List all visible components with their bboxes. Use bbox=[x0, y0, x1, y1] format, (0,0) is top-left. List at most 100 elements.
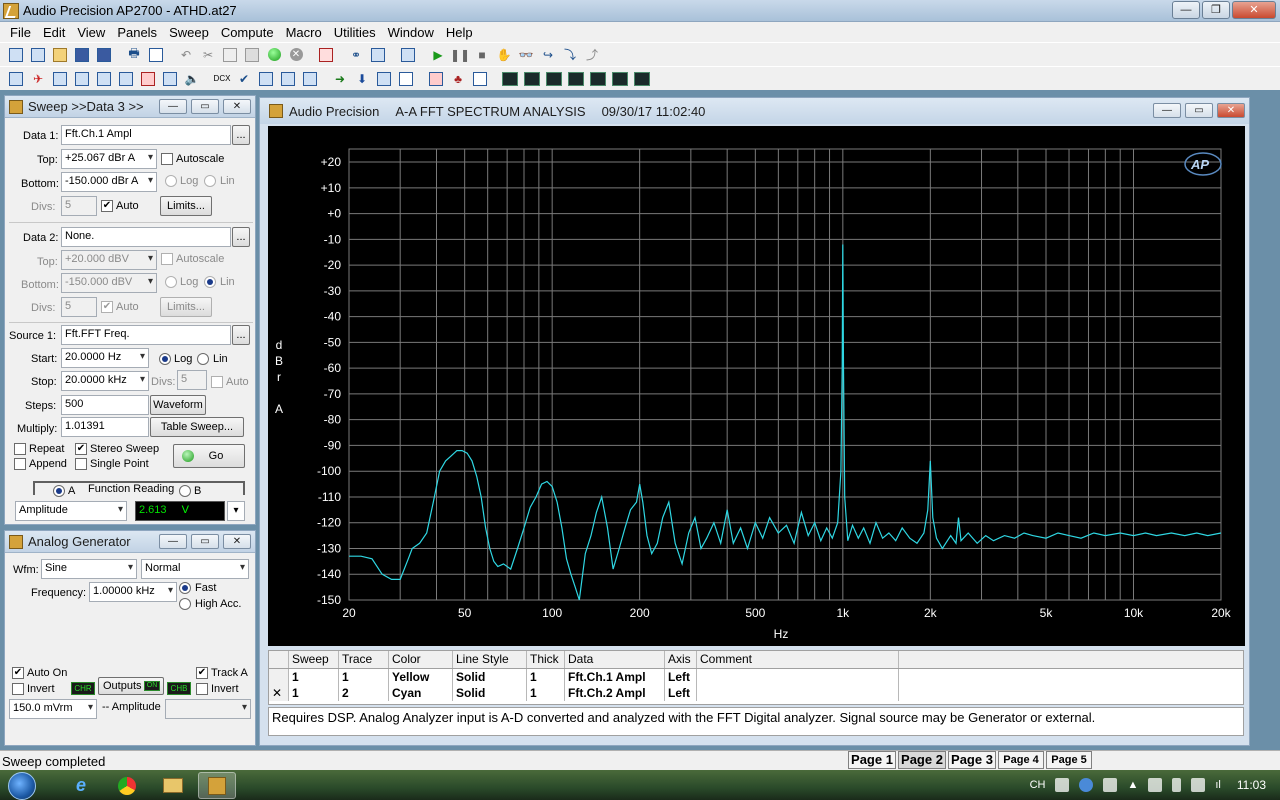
menu-sweep[interactable]: Sweep bbox=[163, 25, 215, 40]
scope-6-icon[interactable] bbox=[610, 69, 630, 89]
dcx-panel-icon[interactable]: DCX bbox=[212, 69, 232, 89]
stereo-sweep-checkbox[interactable]: ✔ bbox=[75, 443, 87, 455]
ie-taskbar-icon[interactable]: e bbox=[62, 772, 100, 799]
scope-4-icon[interactable] bbox=[566, 69, 586, 89]
check-panel-icon[interactable]: ✔ bbox=[234, 69, 254, 89]
scope-1-icon[interactable] bbox=[500, 69, 520, 89]
data1-divs-field[interactable]: 5 bbox=[61, 196, 97, 216]
comment-cell[interactable] bbox=[697, 685, 899, 701]
wfm-mode-select[interactable]: Normal bbox=[141, 559, 249, 579]
bar-panel-icon[interactable] bbox=[278, 69, 298, 89]
play-icon[interactable]: ▶ bbox=[428, 45, 448, 65]
download-icon[interactable]: ⬇ bbox=[352, 69, 372, 89]
function-reading-mode-select[interactable]: Amplitude bbox=[15, 501, 127, 521]
source1-auto-checkbox[interactable] bbox=[211, 376, 223, 388]
paste-icon[interactable] bbox=[242, 45, 262, 65]
style-cell[interactable]: Solid bbox=[453, 685, 527, 701]
close-button[interactable]: ✕ bbox=[223, 99, 251, 114]
track-a-checkbox[interactable]: ✔ bbox=[196, 667, 208, 679]
filter-panel-icon[interactable] bbox=[72, 69, 92, 89]
ap-taskbar-icon[interactable] bbox=[198, 772, 236, 799]
settings-icon[interactable] bbox=[1103, 778, 1118, 792]
scope-3-icon[interactable] bbox=[544, 69, 564, 89]
data1-field[interactable]: Fft.Ch.1 Ampl bbox=[61, 125, 231, 145]
open-folder-icon[interactable] bbox=[50, 45, 70, 65]
page-tab-2[interactable]: Page 2 bbox=[898, 751, 946, 769]
print-preview-icon[interactable] bbox=[146, 45, 166, 65]
amplitude-field[interactable]: 150.0 mVrm bbox=[9, 699, 97, 719]
table-sweep-button[interactable]: Table Sweep... bbox=[150, 417, 244, 437]
analyzer-panel-icon[interactable] bbox=[6, 69, 26, 89]
header-line-style[interactable]: Line Style bbox=[453, 651, 527, 668]
data2-bottom-field[interactable]: -150.000 dBV bbox=[61, 273, 157, 293]
header-sweep[interactable]: Sweep bbox=[289, 651, 339, 668]
data1-autoscale-checkbox[interactable] bbox=[161, 153, 173, 165]
reading-a-radio[interactable] bbox=[53, 485, 65, 497]
outputs-button[interactable]: Outputs ON bbox=[98, 677, 164, 695]
step-out-icon[interactable]: ⤴ bbox=[582, 45, 602, 65]
row-select-checkbox[interactable]: ✕ bbox=[269, 685, 289, 701]
data2-auto-checkbox[interactable]: ✔ bbox=[101, 301, 113, 313]
data2-lin-radio[interactable] bbox=[204, 276, 216, 288]
source1-divs-field[interactable]: 5 bbox=[177, 370, 207, 390]
fft-chart[interactable]: +20 +10 +0 -10 -20 -30 -40 -50 -60 -70 -80 -90 -100 -… bbox=[268, 126, 1245, 646]
chrome-taskbar-icon[interactable] bbox=[108, 772, 146, 799]
header-data[interactable]: Data bbox=[565, 651, 665, 668]
next-step-icon[interactable]: ➜ bbox=[330, 69, 350, 89]
pause-icon[interactable]: ❚❚ bbox=[450, 45, 470, 65]
start-button[interactable] bbox=[8, 772, 36, 800]
menu-edit[interactable]: Edit bbox=[37, 25, 71, 40]
maximize-button[interactable]: ❐ bbox=[1202, 1, 1230, 19]
color-cell[interactable]: Cyan bbox=[389, 685, 453, 701]
data2-log-radio[interactable] bbox=[165, 276, 177, 288]
clock-panel-icon[interactable] bbox=[160, 69, 180, 89]
scope-2-icon[interactable] bbox=[522, 69, 542, 89]
wfm-select[interactable]: Sine bbox=[41, 559, 137, 579]
amplitude-b-field[interactable] bbox=[165, 699, 251, 719]
go-green-icon[interactable] bbox=[264, 45, 284, 65]
data1-lin-radio[interactable] bbox=[204, 175, 216, 187]
fast-radio[interactable] bbox=[179, 582, 191, 594]
table-row[interactable]: ✕ 1 2 Cyan Solid 1 Fft.Ch.2 Ampl Left bbox=[269, 685, 1243, 701]
source1-lin-radio[interactable] bbox=[197, 353, 209, 365]
high-acc-radio[interactable] bbox=[179, 598, 191, 610]
menu-panels[interactable]: Panels bbox=[111, 25, 163, 40]
step-over-icon[interactable]: ↪ bbox=[538, 45, 558, 65]
clock[interactable]: 11:03 bbox=[1237, 778, 1266, 792]
data-panel-icon[interactable] bbox=[396, 69, 416, 89]
minimize-button[interactable]: — bbox=[159, 534, 187, 549]
data2-divs-field[interactable]: 5 bbox=[61, 297, 97, 317]
stop-gray-icon[interactable]: ✕ bbox=[286, 45, 306, 65]
battery-icon[interactable] bbox=[1172, 778, 1182, 792]
keyboard-icon[interactable] bbox=[1055, 778, 1070, 792]
level-panel-icon[interactable] bbox=[300, 69, 320, 89]
menu-help[interactable]: Help bbox=[440, 25, 479, 40]
scope-7-icon[interactable] bbox=[632, 69, 652, 89]
single-point-checkbox[interactable] bbox=[75, 458, 87, 470]
steps-field[interactable]: 500 bbox=[61, 395, 149, 415]
menu-view[interactable]: View bbox=[71, 25, 111, 40]
reading-unit-dropdown[interactable]: ▾ bbox=[227, 501, 245, 521]
frequency-field[interactable]: 1.00000 kHz bbox=[89, 582, 177, 602]
monitor-panel-icon[interactable] bbox=[256, 69, 276, 89]
data2-field[interactable]: None. bbox=[61, 227, 231, 247]
close-button[interactable]: ✕ bbox=[1232, 1, 1276, 19]
minimize-button[interactable]: — bbox=[1172, 1, 1200, 19]
hand-icon[interactable]: ✋ bbox=[494, 45, 514, 65]
save-icon[interactable] bbox=[72, 45, 92, 65]
stop-field[interactable]: 20.0000 kHz bbox=[61, 371, 149, 391]
append-checkbox[interactable] bbox=[14, 458, 26, 470]
header-thick[interactable]: Thick bbox=[527, 651, 565, 668]
view-icon[interactable] bbox=[398, 45, 418, 65]
menu-compute[interactable]: Compute bbox=[215, 25, 280, 40]
maximize-button[interactable]: ▭ bbox=[191, 99, 219, 114]
thick-cell[interactable]: 1 bbox=[527, 685, 565, 701]
data2-limits-button[interactable]: Limits... bbox=[160, 297, 212, 317]
menu-macro[interactable]: Macro bbox=[280, 25, 328, 40]
tree-panel-icon[interactable]: ♣ bbox=[448, 69, 468, 89]
menu-file[interactable]: File bbox=[4, 25, 37, 40]
maximize-button[interactable]: ▭ bbox=[191, 534, 219, 549]
page-tab-5[interactable]: Page 5 bbox=[1046, 751, 1092, 769]
header-comment[interactable]: Comment bbox=[697, 651, 899, 668]
header-axis[interactable]: Axis bbox=[665, 651, 697, 668]
